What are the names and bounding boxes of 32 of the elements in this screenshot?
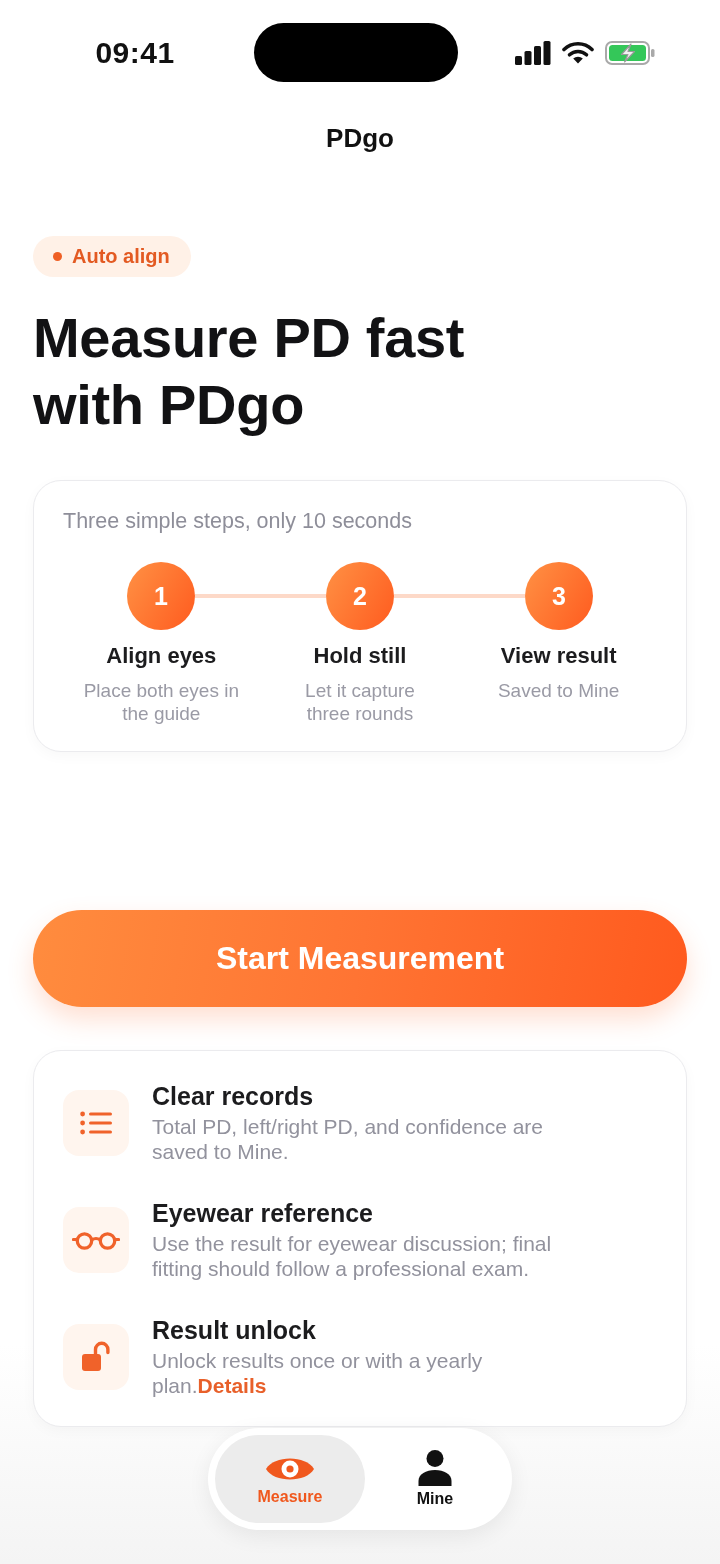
- step-title: Hold still: [313, 642, 407, 670]
- list-icon: [63, 1090, 129, 1156]
- feature-description: Total PD, left/right PD, and confidence are saved to Mine.: [152, 1114, 545, 1164]
- glasses-icon: [63, 1207, 129, 1273]
- feature-title: Clear records: [152, 1082, 315, 1110]
- step-description: Saved to Mine: [497, 679, 620, 702]
- app-title: PDgo: [326, 122, 394, 154]
- signal-icon: [515, 40, 551, 65]
- step-title: View result: [500, 642, 617, 670]
- step-title: Align eyes: [106, 642, 217, 670]
- person-icon: [418, 1450, 452, 1486]
- step-number: 1: [127, 562, 195, 630]
- step-number: 3: [525, 562, 593, 630]
- step-description: Let it capture three rounds: [304, 679, 416, 725]
- unlocked-padlock-icon: [63, 1324, 129, 1390]
- step-number: 2: [326, 562, 394, 630]
- step-description: Place both eyes in the guide: [82, 679, 240, 725]
- feature-description: Use the result for eyewear discussion; final fitting should follow a professional exam.: [152, 1231, 553, 1281]
- headline: Measure PD fast with PDgo: [33, 305, 466, 438]
- tab[interactable]: Measure: [215, 1435, 365, 1523]
- wifi-icon: [562, 41, 594, 64]
- details-link[interactable]: Details: [197, 1374, 267, 1397]
- feature-title: Eyewear reference: [152, 1199, 374, 1227]
- tab[interactable]: Mine: [365, 1435, 505, 1523]
- steps-subtitle: Three simple steps, only 10 seconds: [62, 508, 413, 534]
- battery-charging-icon: [605, 40, 655, 65]
- start-button[interactable]: Start Measurement: [33, 910, 687, 1007]
- status-time: 09:41: [95, 35, 175, 70]
- dot-icon: [53, 252, 62, 261]
- feature-title: Result unlock: [152, 1316, 317, 1344]
- feature-description: Unlock results once or with a yearly plan.Details: [152, 1348, 484, 1398]
- badge-label: Auto align: [72, 245, 170, 268]
